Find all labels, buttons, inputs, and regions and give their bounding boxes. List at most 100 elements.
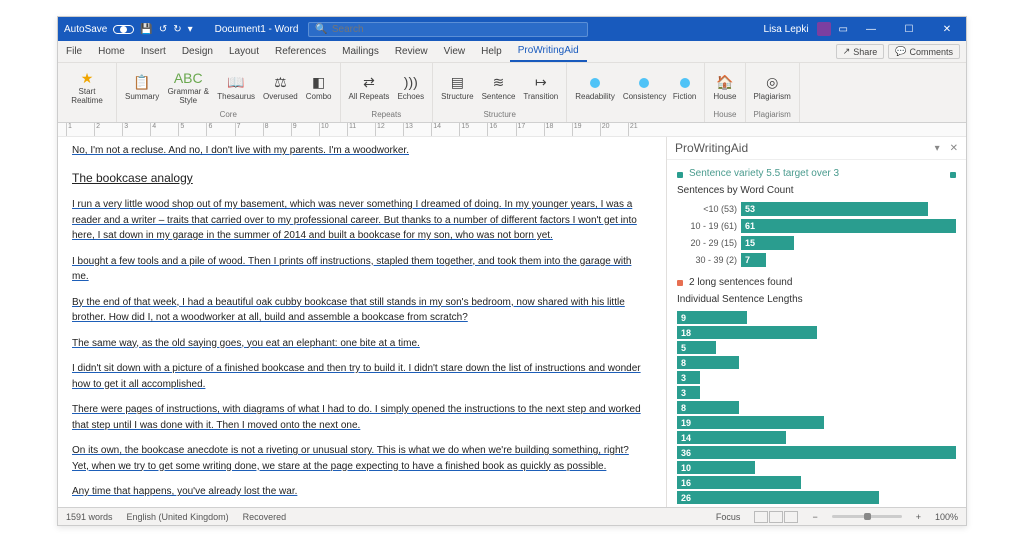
tab-view[interactable]: View <box>436 41 474 62</box>
paragraph[interactable]: Any time that happens, you've already lo… <box>72 484 646 500</box>
autosave-toggle[interactable] <box>113 25 134 34</box>
bar-row: 9 <box>677 311 956 324</box>
overused-button[interactable]: ⚖Overused <box>259 72 302 104</box>
paragraph[interactable]: There were pages of instructions, with d… <box>72 402 646 433</box>
focus-button[interactable]: Focus <box>716 512 741 522</box>
plagiarism-icon: ◎ <box>763 74 781 92</box>
customize-qat-icon[interactable]: ▾ <box>188 24 193 35</box>
tab-references[interactable]: References <box>267 41 334 62</box>
ribbon-group-core: 📋Summary ABCGrammar & Style 📖Thesaurus ⚖… <box>117 63 341 122</box>
section-title: Sentences by Word Count <box>677 185 956 196</box>
repeat-icon: ⇄ <box>360 74 378 92</box>
redo-icon[interactable]: ↻ <box>173 24 181 35</box>
sentence-button[interactable]: ≋Sentence <box>478 72 520 104</box>
group-label-structure: Structure <box>437 110 562 120</box>
group-label-core: Core <box>121 110 336 120</box>
combo-icon: ◧ <box>310 74 328 92</box>
ribbon-group-misc: Readability Consistency Fiction <box>567 63 705 122</box>
ribbon-group-repeats: ⇄All Repeats )))Echoes Repeats <box>341 63 434 122</box>
summary-button[interactable]: 📋Summary <box>121 72 163 104</box>
grammar-style-button[interactable]: ABCGrammar & Style <box>163 67 213 108</box>
group-label-house: House <box>709 110 740 120</box>
avatar[interactable] <box>817 22 831 36</box>
paragraph[interactable]: The same way, as the old saying goes, yo… <box>72 336 646 352</box>
tab-design[interactable]: Design <box>174 41 221 62</box>
structure-button[interactable]: ▤Structure <box>437 72 477 104</box>
structure-icon: ▤ <box>448 74 466 92</box>
comments-button[interactable]: 💬Comments <box>888 44 960 59</box>
zoom-slider[interactable] <box>832 515 902 518</box>
tab-prowritingaid[interactable]: ProWritingAid <box>510 41 587 62</box>
tab-help[interactable]: Help <box>473 41 510 62</box>
variety-summary: Sentence variety 5.5 target over 3 <box>677 168 956 179</box>
clipboard-icon: 📋 <box>133 74 151 92</box>
bar-row: 5 <box>677 341 956 354</box>
tab-file[interactable]: File <box>58 41 90 62</box>
autosave-label: AutoSave <box>64 24 107 35</box>
search-box[interactable]: 🔍 <box>308 22 588 37</box>
dot-icon <box>676 74 694 92</box>
ribbon-display-icon[interactable]: ▭ <box>839 24 848 35</box>
view-buttons[interactable] <box>754 511 798 523</box>
minimize-icon[interactable]: — <box>856 17 886 41</box>
alert-icon <box>677 280 683 286</box>
book-icon: 📖 <box>227 74 245 92</box>
ruler[interactable]: 123456789101112131415161718192021 <box>58 123 966 137</box>
tab-home[interactable]: Home <box>90 41 133 62</box>
statusbar: 1591 words English (United Kingdom) Reco… <box>58 507 966 525</box>
titlebar-left: AutoSave 💾 ↺ ↻ ▾ <box>58 24 193 35</box>
heading[interactable]: The bookcase analogy <box>72 169 646 188</box>
save-icon[interactable]: 💾 <box>140 24 152 35</box>
paragraph[interactable]: No, I'm not a recluse. And no, I don't l… <box>72 143 646 159</box>
paragraph[interactable]: I didn't sit down with a picture of a fi… <box>72 361 646 392</box>
all-repeats-button[interactable]: ⇄All Repeats <box>345 72 394 104</box>
ribbon-tabs: File Home Insert Design Layout Reference… <box>58 41 966 63</box>
bar-row: 8 <box>677 356 956 369</box>
consistency-button[interactable]: Consistency <box>619 72 669 104</box>
zoom-label[interactable]: 100% <box>935 512 958 522</box>
combo-button[interactable]: ◧Combo <box>302 72 336 104</box>
pane-dropdown-icon[interactable]: ▾ <box>935 143 940 154</box>
tab-review[interactable]: Review <box>387 41 436 62</box>
tab-insert[interactable]: Insert <box>133 41 174 62</box>
zoom-in-icon[interactable]: + <box>916 512 921 522</box>
echoes-button[interactable]: )))Echoes <box>393 72 428 104</box>
share-button[interactable]: ↗Share <box>836 44 885 59</box>
house-button[interactable]: 🏠House <box>709 72 740 104</box>
prowritingaid-pane: ProWritingAid ▾ ✕ Sentence variety 5.5 t… <box>666 137 966 507</box>
group-label-repeats: Repeats <box>345 110 429 120</box>
paragraph[interactable]: On its own, the bookcase anecdote is not… <box>72 443 646 474</box>
start-realtime-button[interactable]: ★Start Realtime <box>62 67 112 108</box>
fiction-button[interactable]: Fiction <box>669 72 701 104</box>
zoom-out-icon[interactable]: − <box>812 512 817 522</box>
recovered-label[interactable]: Recovered <box>243 512 287 522</box>
titlebar-right: Lisa Lepki ▭ — ☐ ✕ <box>764 17 966 41</box>
tab-layout[interactable]: Layout <box>221 41 267 62</box>
pane-body: Sentence variety 5.5 target over 3 Sente… <box>667 160 966 507</box>
bar-row: 20 - 29 (15)15 <box>677 236 956 250</box>
echoes-icon: ))) <box>402 74 420 92</box>
paragraph[interactable]: I run a very little wood shop out of my … <box>72 197 646 244</box>
username-label[interactable]: Lisa Lepki <box>764 24 809 35</box>
close-icon[interactable]: ✕ <box>932 17 962 41</box>
search-input[interactable] <box>332 24 582 35</box>
maximize-icon[interactable]: ☐ <box>894 17 924 41</box>
undo-icon[interactable]: ↺ <box>159 24 167 35</box>
language[interactable]: English (United Kingdom) <box>127 512 229 522</box>
pane-close-icon[interactable]: ✕ <box>950 143 958 154</box>
transition-button[interactable]: ↦Transition <box>519 72 562 104</box>
readability-button[interactable]: Readability <box>571 72 619 104</box>
thesaurus-button[interactable]: 📖Thesaurus <box>213 72 259 104</box>
word-count[interactable]: 1591 words <box>66 512 113 522</box>
document-area[interactable]: No, I'm not a recluse. And no, I don't l… <box>58 137 666 507</box>
plagiarism-button[interactable]: ◎Plagiarism <box>750 72 795 104</box>
bullet-icon <box>677 172 683 178</box>
word-count-chart: <10 (53)5310 - 19 (61)6120 - 29 (15)1530… <box>677 202 956 267</box>
scales-icon: ⚖ <box>271 74 289 92</box>
paragraph[interactable]: By the end of that week, I had a beautif… <box>72 295 646 326</box>
tab-mailings[interactable]: Mailings <box>334 41 387 62</box>
paragraph[interactable]: I bought a few tools and a pile of wood.… <box>72 254 646 285</box>
pane-title: ProWritingAid <box>675 141 748 155</box>
bar-row: 18 <box>677 326 956 339</box>
group-label-plagiarism: Plagiarism <box>750 110 795 120</box>
